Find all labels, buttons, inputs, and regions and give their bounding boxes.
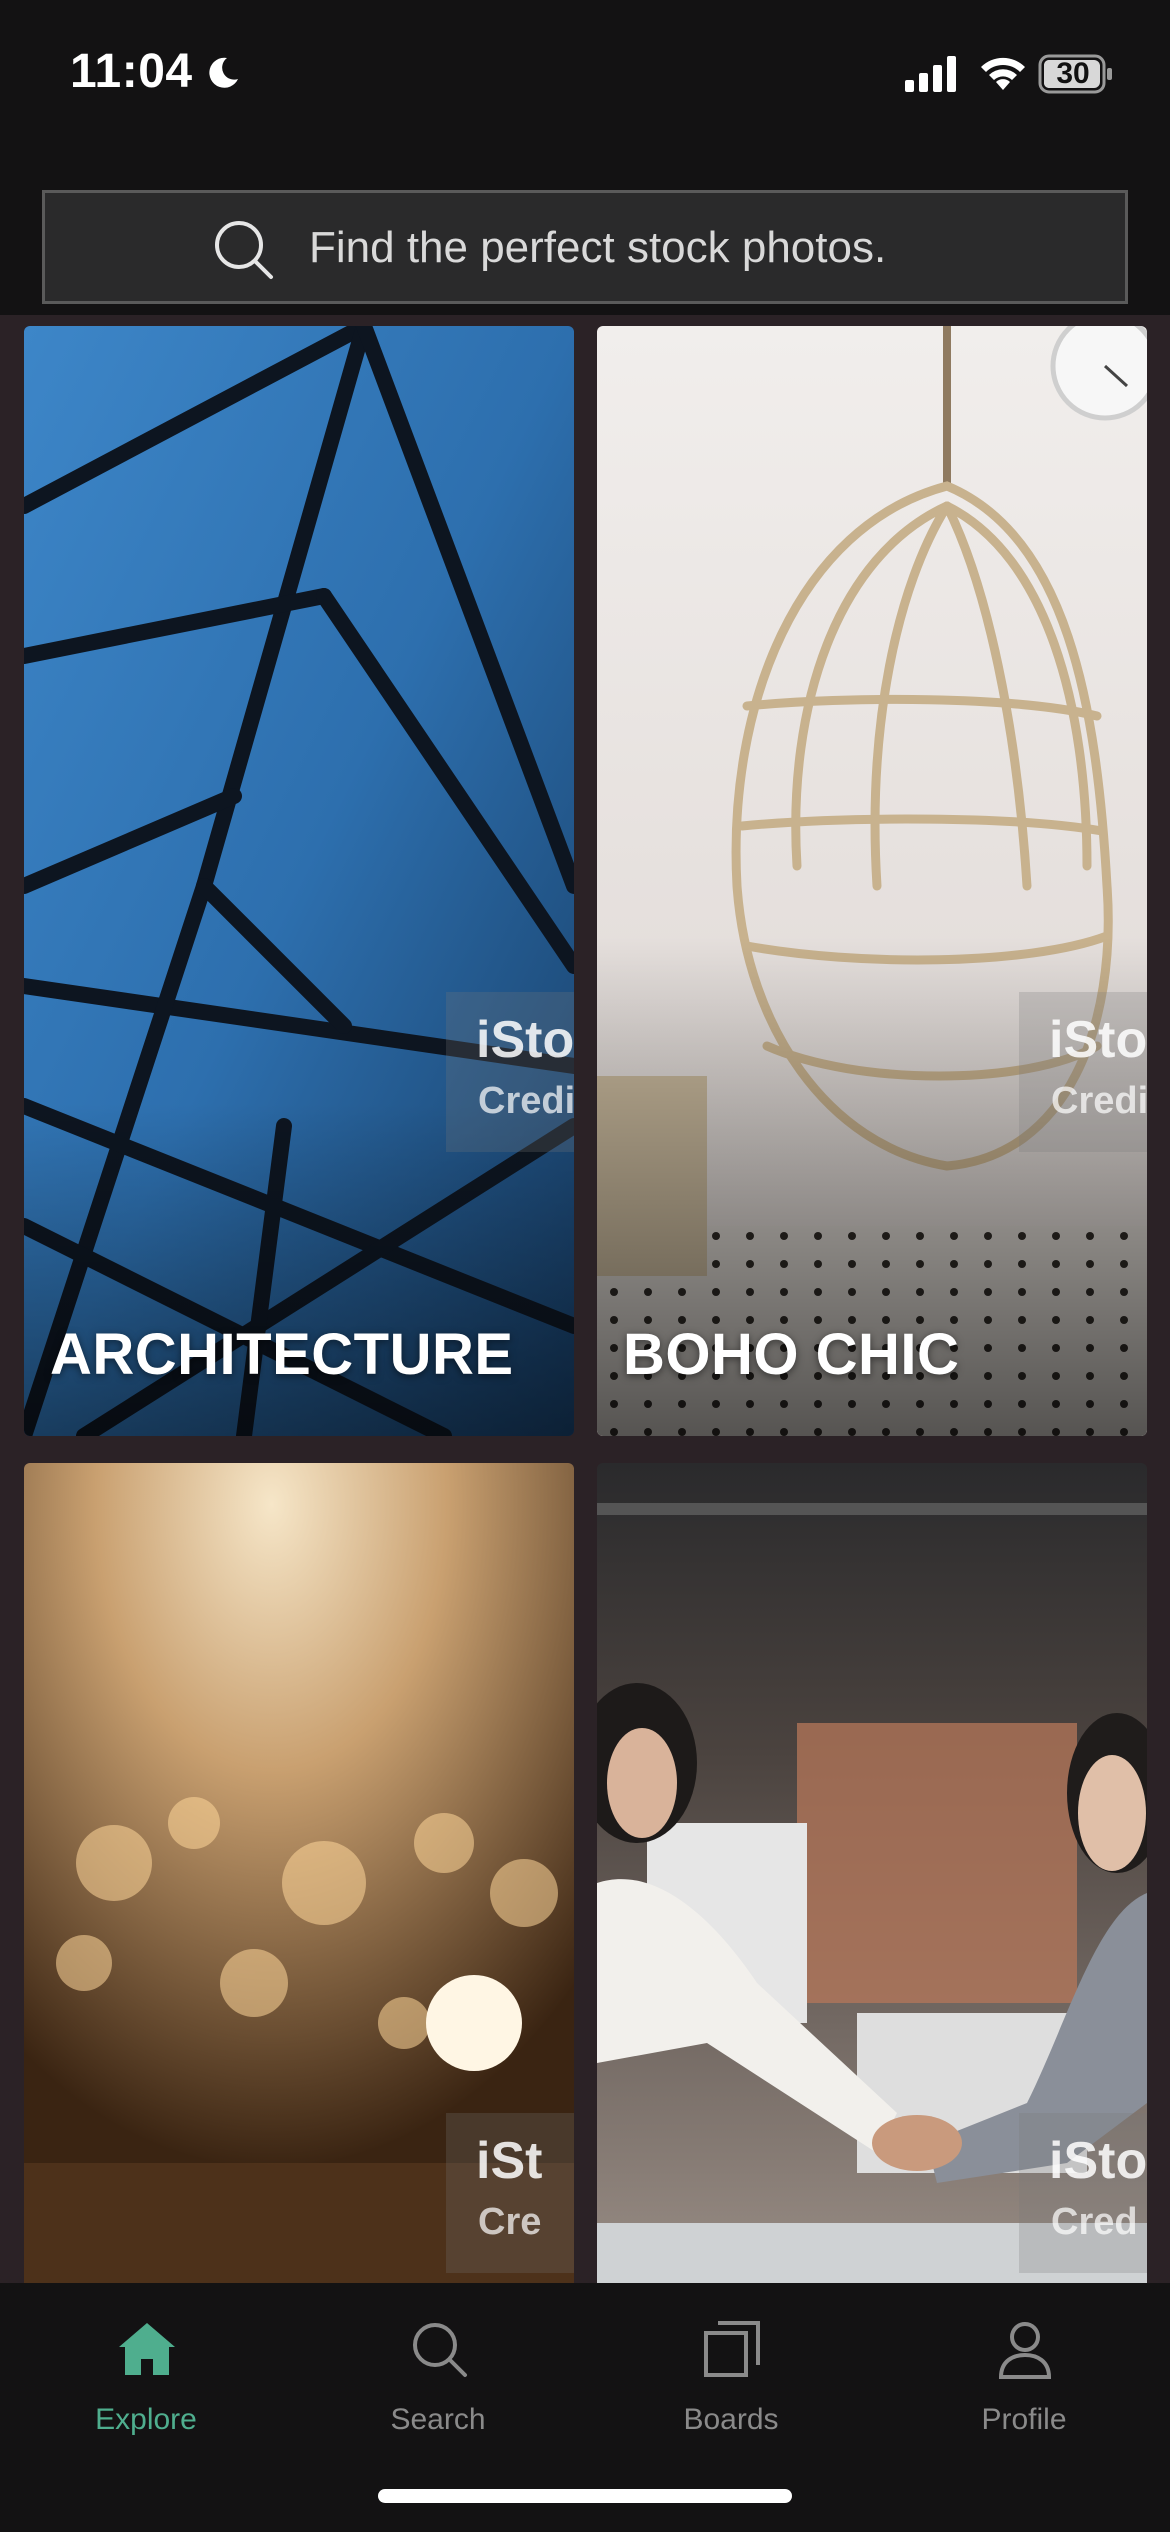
boards-icon — [704, 2321, 760, 2377]
watermark: iSto Credi — [446, 992, 574, 1152]
home-icon — [119, 2323, 175, 2375]
search-placeholder: Find the perfect stock photos. — [309, 223, 887, 272]
search-icon — [413, 2323, 467, 2377]
wifi-icon — [981, 57, 1025, 90]
watermark-credit: Credi — [478, 1080, 574, 1122]
watermark: iSto Credi — [1019, 992, 1147, 1152]
architecture-image — [24, 326, 574, 1436]
watermark: iSto Cred — [1019, 2113, 1147, 2273]
tab-explore[interactable]: Explore — [0, 2303, 292, 2453]
home-indicator[interactable] — [378, 2489, 792, 2503]
watermark-credit: Cred — [1051, 2201, 1138, 2243]
tab-label: Profile — [981, 2403, 1067, 2436]
category-tile-business[interactable]: iSto Cred — [597, 1463, 1147, 2283]
category-tile-lights[interactable]: iSt Cre — [24, 1463, 574, 2283]
watermark: iSt Cre — [446, 2113, 574, 2273]
tab-profile[interactable]: Profile — [878, 2303, 1170, 2453]
signal-icon — [905, 56, 956, 92]
search-input[interactable]: Find the perfect stock photos. — [42, 190, 1128, 304]
watermark-text: iSt — [476, 2132, 543, 2190]
status-bar: 11:04 30 — [0, 0, 1170, 150]
watermark-text: iSto — [1049, 1011, 1147, 1069]
moon-icon — [209, 57, 238, 88]
search-icon — [215, 221, 273, 279]
profile-icon — [998, 2322, 1052, 2379]
tab-label: Explore — [95, 2403, 197, 2436]
tile-label: ARCHITECTURE — [50, 1322, 514, 1387]
tile-label: BOHO CHIC — [623, 1322, 960, 1387]
boho-chic-image — [597, 326, 1147, 1436]
watermark-credit: Cre — [478, 2201, 542, 2243]
watermark-text: iSto — [476, 1011, 574, 1069]
tab-label: Search — [390, 2403, 486, 2436]
tab-search[interactable]: Search — [292, 2303, 584, 2453]
watermark-text: iSto — [1049, 2132, 1147, 2190]
search-area: Find the perfect stock photos. — [0, 150, 1170, 315]
watermark-credit: Credi — [1051, 1080, 1147, 1122]
category-tile-architecture[interactable]: iSto Credi ARCHITECTURE — [24, 326, 574, 1436]
tab-label: Boards — [683, 2403, 779, 2436]
screen: 11:04 30 Find the perfect stock photos. … — [0, 0, 1170, 2532]
category-tile-boho-chic[interactable]: iSto Credi BOHO CHIC — [597, 326, 1147, 1436]
status-time: 11:04 — [70, 45, 193, 98]
battery-level: 30 — [1056, 57, 1090, 90]
category-grid: iSto Credi ARCHITECTURE iSto Credi BOHO … — [0, 315, 1170, 2283]
tab-boards[interactable]: Boards — [585, 2303, 877, 2453]
